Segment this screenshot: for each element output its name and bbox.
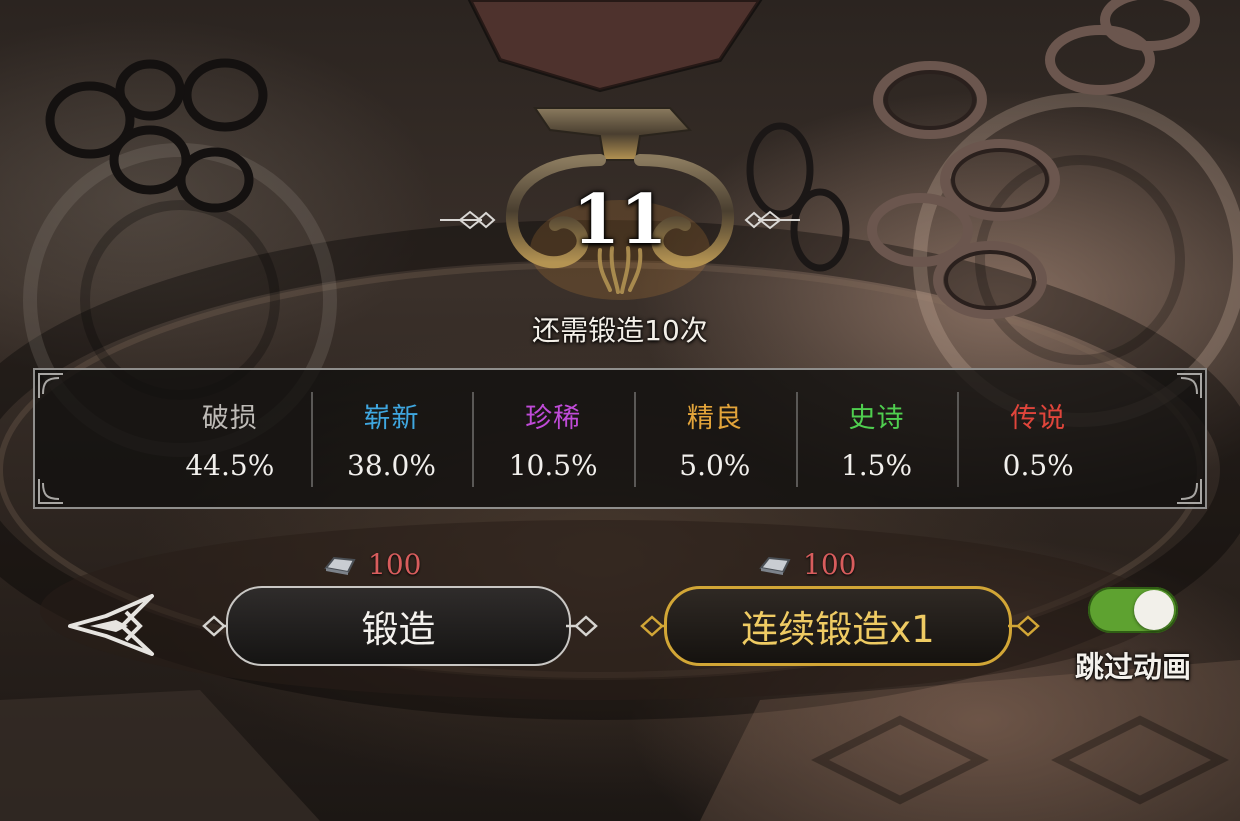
rarity-cell-broken: 破损 44.5%	[149, 370, 311, 507]
toggle-knob	[1134, 590, 1174, 630]
forge-cost-value: 100	[368, 548, 422, 581]
rarity-probability: 44.5%	[185, 448, 275, 482]
rarity-probability: 0.5%	[1002, 448, 1074, 482]
rarity-name: 史诗	[848, 402, 905, 434]
rarity-cell-epic: 史诗 1.5%	[795, 370, 958, 507]
button-ornament-icon	[1008, 615, 1040, 637]
rarity-name: 精良	[686, 402, 743, 434]
rarity-cell-fine: 精良 5.0%	[634, 370, 796, 507]
back-arrow-icon[interactable]	[66, 590, 158, 662]
rarity-probability: 38.0%	[347, 448, 436, 482]
metal-ingot-icon	[759, 556, 791, 575]
metal-ingot-icon	[324, 556, 356, 575]
rarity-name: 珍稀	[525, 402, 582, 434]
continuous-forge-button[interactable]: 连续锻造x1	[664, 586, 1012, 666]
rarity-name: 破损	[201, 402, 258, 434]
panel-corner-ornament	[38, 479, 63, 504]
panel-corner-ornament	[38, 373, 63, 398]
skip-animation-toggle[interactable]	[1088, 587, 1178, 633]
rarity-probability: 5.0%	[679, 448, 751, 482]
continuous-forge-cost-value: 100	[803, 548, 857, 581]
forge-count: 11	[572, 180, 668, 260]
forge-screen: 11 还需锻造10次 破损 44.5% 崭新 38.0% 珍稀 10.5% 精良…	[0, 0, 1240, 821]
rarity-probability-panel: 破损 44.5% 崭新 38.0% 珍稀 10.5% 精良 5.0% 史诗 1.…	[33, 368, 1207, 509]
forge-cost: 100	[322, 548, 421, 581]
rarity-probability: 1.5%	[840, 448, 913, 482]
rarity-name: 崭新	[363, 402, 420, 434]
rarity-name: 传说	[1010, 402, 1067, 434]
rarity-cell-legendary: 传说 0.5%	[957, 370, 1119, 507]
rarity-cell-new: 崭新 38.0%	[310, 370, 473, 507]
panel-corner-ornament	[1177, 373, 1202, 398]
panel-corner-ornament	[1177, 479, 1202, 504]
skip-animation-label: 跳过动画	[1074, 650, 1191, 684]
remaining-forges-text: 还需锻造10次	[532, 314, 708, 347]
rarity-probability: 10.5%	[508, 448, 598, 482]
continuous-forge-cost: 100	[757, 548, 856, 581]
button-ornament-icon	[566, 615, 598, 637]
forge-button[interactable]: 锻造	[226, 586, 571, 666]
rarity-cell-rare: 珍稀 10.5%	[472, 370, 634, 507]
